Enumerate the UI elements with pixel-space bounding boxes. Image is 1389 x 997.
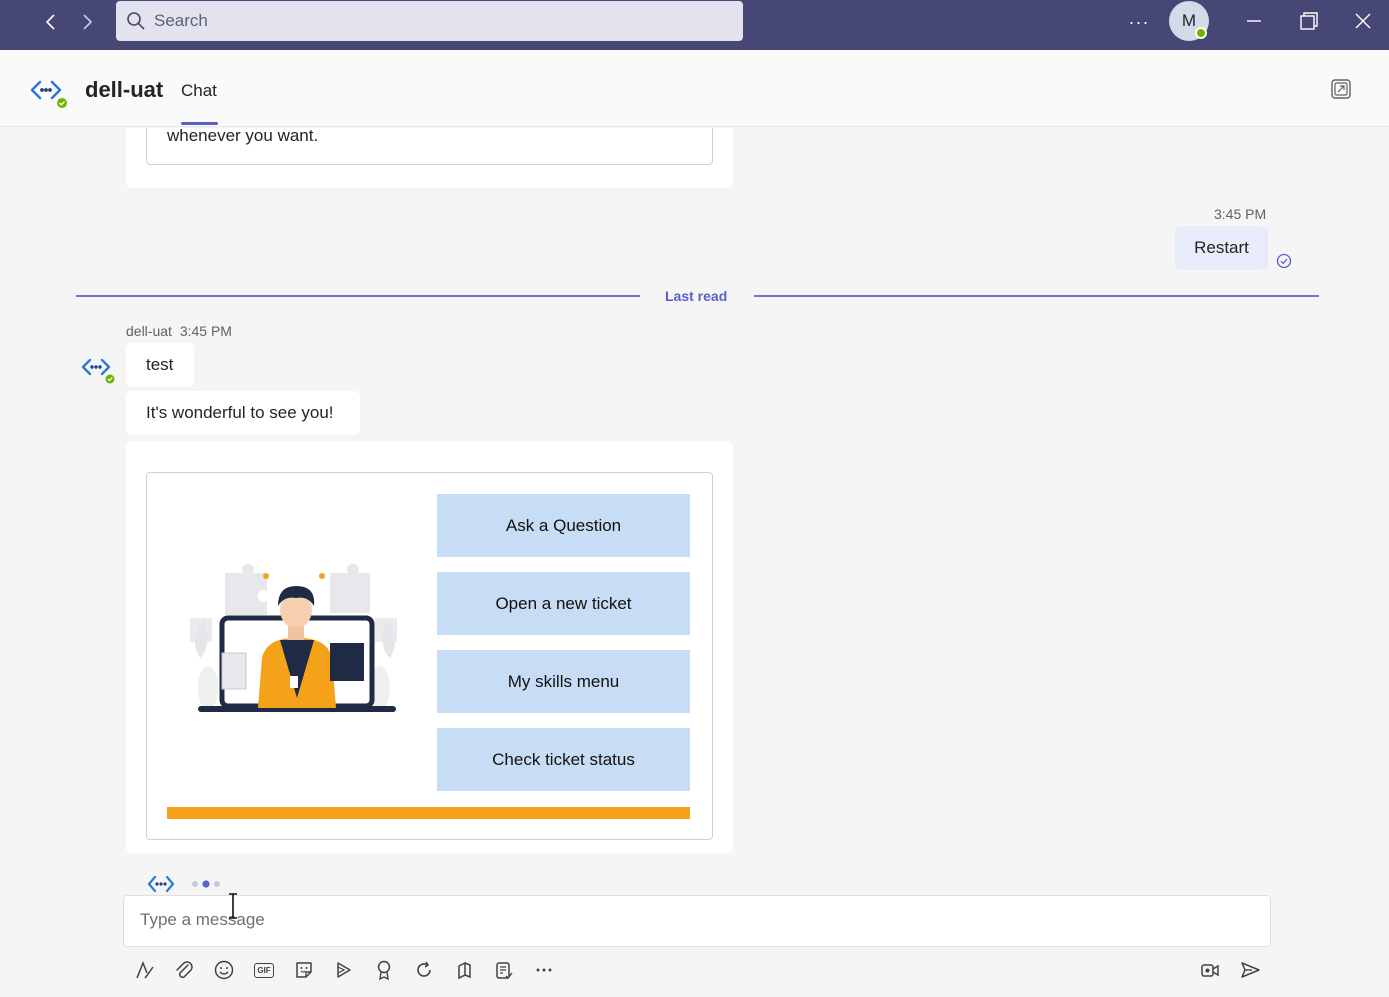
tab-chat[interactable]: Chat: [181, 81, 217, 101]
bot-message-1-text: test: [146, 355, 174, 374]
bot-avatar-icon: [81, 358, 117, 386]
bot-message-2[interactable]: It's wonderful to see you!: [126, 391, 360, 435]
gif-icon: GIF: [254, 962, 274, 978]
sticker-icon: [296, 962, 312, 978]
attach-button[interactable]: [172, 958, 196, 982]
praise-button[interactable]: [372, 958, 396, 982]
bot-name: dell-uat: [85, 77, 164, 102]
check-ticket-status-button[interactable]: Check ticket status: [437, 728, 690, 791]
meet-now-icon: [337, 962, 351, 978]
search-box[interactable]: Search: [116, 1, 743, 41]
title-bar: Search ··· M: [0, 0, 1389, 50]
previous-card-text: whenever you want.: [167, 128, 319, 145]
bot-logo-icon: [30, 80, 68, 110]
emoji-button[interactable]: [212, 958, 236, 982]
active-tab-indicator: [181, 122, 218, 125]
text-cursor-icon: [229, 893, 237, 919]
apps-icon: [458, 961, 471, 980]
read-receipt-icon: [1276, 253, 1292, 269]
loop-icon: [417, 961, 431, 977]
approvals-icon: [496, 962, 513, 980]
last-read-line-left: [76, 295, 640, 297]
previous-card-body: whenever you want.: [146, 128, 713, 165]
close-icon: [1355, 13, 1371, 29]
back-icon: [45, 14, 55, 30]
more-options-button[interactable]: ···: [1125, 8, 1153, 36]
restore-button[interactable]: [1291, 6, 1327, 36]
video-clip-button[interactable]: [1198, 958, 1222, 982]
search-icon: [127, 12, 145, 30]
sender-name: dell-uat: [126, 323, 172, 339]
message-meta: dell-uat 3:45 PM: [126, 323, 232, 339]
last-read-line-right: [754, 295, 1319, 297]
open-new-ticket-label: Open a new ticket: [495, 593, 632, 613]
approvals-button[interactable]: [492, 958, 516, 982]
typing-indicator: [147, 875, 220, 893]
video-clip-icon: [1201, 964, 1219, 977]
my-skills-menu-button[interactable]: My skills menu: [437, 650, 690, 713]
my-skills-menu-label: My skills menu: [507, 671, 620, 691]
avatar-initial: M: [1181, 11, 1197, 30]
attach-icon: [176, 961, 193, 979]
restore-icon: [1300, 12, 1318, 30]
chat-header: dell-uat Chat: [0, 50, 1389, 127]
popout-icon[interactable]: [1330, 78, 1352, 100]
bot-message-2-text: It's wonderful to see you!: [146, 403, 334, 422]
close-button[interactable]: [1345, 6, 1381, 36]
emoji-icon: [214, 960, 234, 980]
check-ticket-status-label: Check ticket status: [492, 749, 635, 769]
forward-button[interactable]: [73, 8, 101, 36]
user-message-text: Restart: [1194, 238, 1249, 257]
last-read-label: Last read: [665, 288, 728, 304]
more-icon: ···: [1128, 11, 1150, 32]
back-button[interactable]: [37, 8, 65, 36]
compose-box[interactable]: [123, 895, 1271, 947]
praise-icon: [377, 960, 391, 981]
message-time: 3:45 PM: [179, 323, 232, 339]
format-button[interactable]: [132, 958, 156, 982]
bot-message-1[interactable]: test: [126, 343, 194, 387]
sticker-button[interactable]: [292, 958, 316, 982]
minimize-icon: [1247, 20, 1261, 22]
open-new-ticket-button[interactable]: Open a new ticket: [437, 572, 690, 635]
loop-button[interactable]: [412, 958, 436, 982]
card-accent-bar: [167, 807, 690, 819]
chat-history[interactable]: whenever you want. 3:45 PM Restart Last …: [0, 128, 1389, 997]
illustration-person-laptop: [190, 563, 397, 712]
ask-question-button[interactable]: Ask a Question: [437, 494, 690, 557]
user-avatar[interactable]: M: [1169, 1, 1209, 41]
ask-question-label: Ask a Question: [505, 515, 622, 535]
more-options-icon: [536, 968, 552, 972]
apps-button[interactable]: [452, 958, 476, 982]
message-input[interactable]: [140, 910, 1240, 930]
user-message-time: 3:45 PM: [1214, 206, 1267, 222]
forward-icon: [83, 14, 93, 30]
minimize-button[interactable]: [1236, 6, 1272, 36]
gif-button[interactable]: GIF: [252, 958, 276, 982]
send-button[interactable]: [1238, 958, 1262, 982]
send-icon: [1241, 962, 1260, 978]
meet-now-button[interactable]: [332, 958, 356, 982]
presence-badge: [1195, 27, 1207, 39]
search-placeholder: Search: [154, 11, 208, 30]
more-compose-options-button[interactable]: [532, 958, 556, 982]
previous-card: whenever you want.: [126, 128, 733, 188]
user-message-bubble[interactable]: Restart: [1175, 226, 1268, 270]
format-icon: [136, 960, 154, 979]
